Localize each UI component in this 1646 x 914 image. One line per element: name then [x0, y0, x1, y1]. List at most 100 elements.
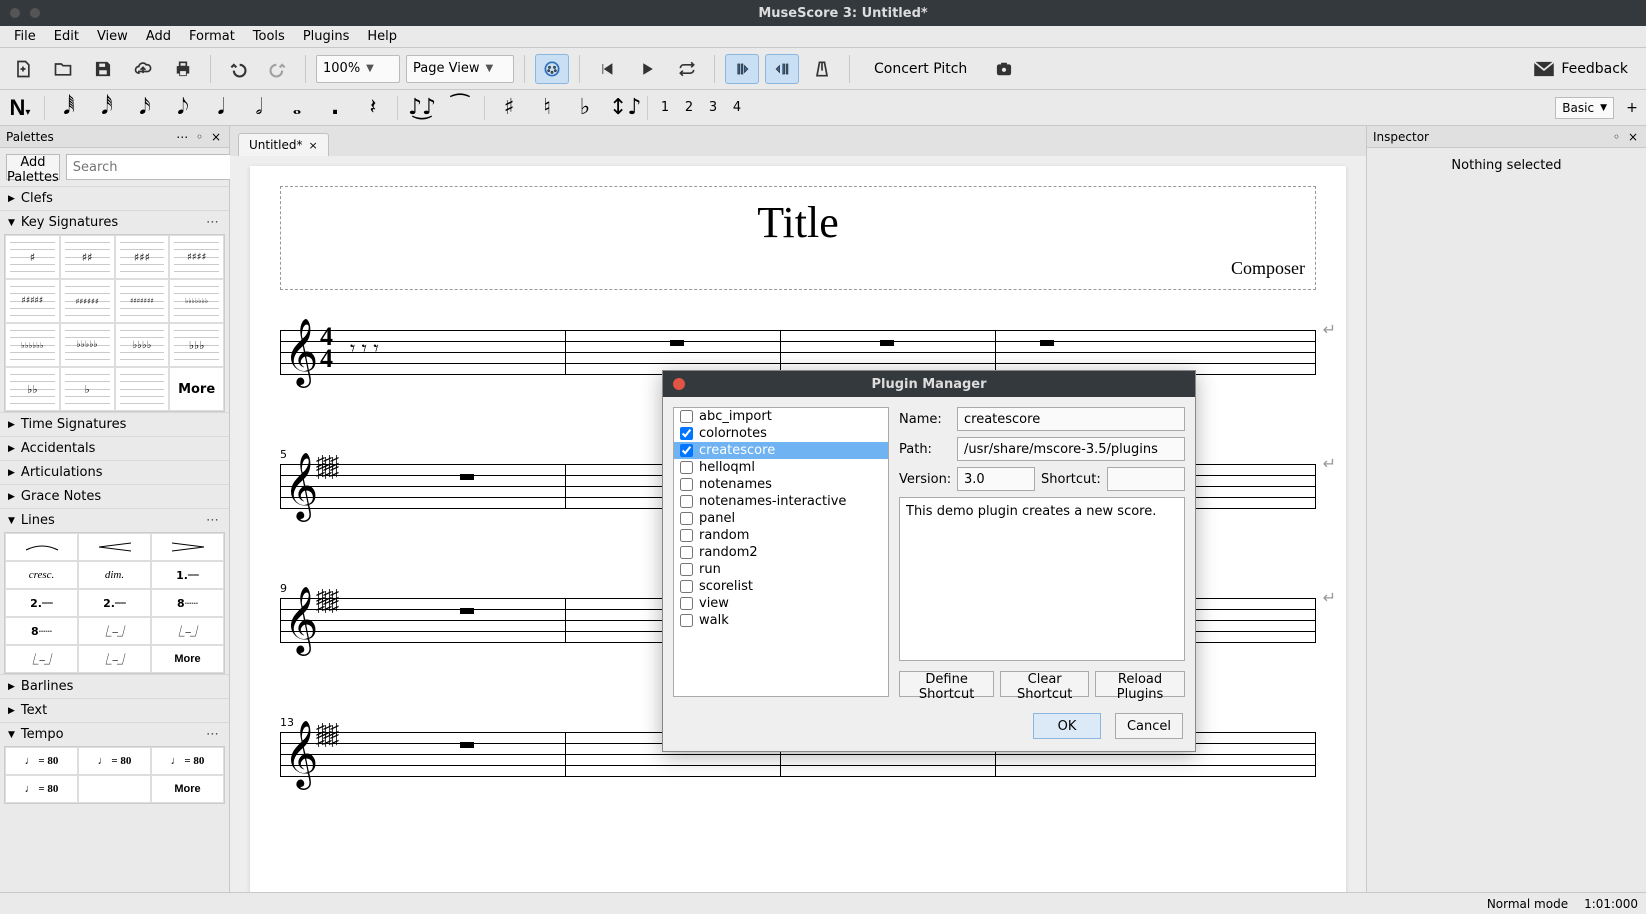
loop-start-icon[interactable] — [725, 54, 759, 84]
plugin-list-item[interactable]: walk — [674, 612, 888, 629]
menu-add[interactable]: Add — [138, 27, 179, 46]
keysig-cell[interactable]: ♭♭ — [5, 367, 60, 411]
line-cell[interactable] — [5, 533, 78, 561]
rest-icon[interactable]: 𝄽 — [359, 95, 387, 120]
palette-cat-clefs[interactable]: ▶Clefs — [0, 186, 229, 210]
plugin-checkbox[interactable] — [680, 580, 693, 593]
plugin-checkbox[interactable] — [680, 461, 693, 474]
view-mode-select[interactable]: Page View▼ — [406, 55, 514, 83]
window-close-icon[interactable] — [10, 8, 20, 18]
menu-tools[interactable]: Tools — [245, 27, 293, 46]
redo-icon[interactable] — [261, 54, 295, 84]
plugin-checkbox[interactable] — [680, 512, 693, 525]
keysig-cell[interactable]: ♯♯♯ — [115, 235, 170, 279]
plugin-list-item[interactable]: scorelist — [674, 578, 888, 595]
tab-close-icon[interactable]: × — [308, 139, 317, 152]
palette-search-input[interactable] — [66, 154, 250, 180]
save-icon[interactable] — [86, 54, 120, 84]
title-frame[interactable]: Title Composer — [280, 186, 1316, 290]
new-file-icon[interactable] — [6, 54, 40, 84]
sharp-icon[interactable]: ♯ — [495, 95, 523, 120]
undo-icon[interactable] — [221, 54, 255, 84]
slur-icon[interactable]: ⁀ — [446, 95, 474, 120]
line-cell[interactable]: cresc. — [5, 561, 78, 589]
menu-format[interactable]: Format — [181, 27, 243, 46]
palette-cat-lines[interactable]: ▼Lines⋯ — [0, 508, 229, 532]
note-input-mode-icon[interactable]: N▾ — [6, 95, 34, 121]
duration-64th-icon[interactable]: 𝅘𝅥𝅱 — [55, 95, 83, 120]
palette-cat-keysig[interactable]: ▼Key Signatures⋯ — [0, 210, 229, 234]
plugin-shortcut-input[interactable] — [1107, 467, 1185, 491]
add-palettes-button[interactable]: Add Palettes — [6, 154, 60, 180]
duration-32nd-icon[interactable]: 𝅘𝅥𝅰 — [93, 95, 121, 120]
menu-plugins[interactable]: Plugins — [295, 27, 358, 46]
duration-quarter-icon[interactable]: 𝅘𝅥 — [207, 95, 235, 120]
keysig-more-button[interactable]: More — [169, 367, 224, 411]
keysig-cell[interactable]: ♯♯ — [60, 235, 115, 279]
reload-plugins-button[interactable]: Reload Plugins — [1095, 671, 1185, 697]
menu-file[interactable]: File — [6, 27, 44, 46]
screenshot-icon[interactable] — [987, 54, 1021, 84]
plugin-path-input[interactable] — [957, 437, 1185, 461]
plugin-list-item[interactable]: view — [674, 595, 888, 612]
tempo-more-button[interactable]: More — [151, 775, 224, 803]
concert-pitch-button[interactable]: Concert Pitch — [860, 61, 981, 77]
line-cell[interactable]: ⎿⎯⏌ — [5, 645, 78, 673]
loop-icon[interactable] — [670, 54, 704, 84]
plugin-checkbox[interactable] — [680, 546, 693, 559]
cancel-button[interactable]: Cancel — [1115, 713, 1183, 739]
plugin-version-input[interactable] — [957, 467, 1035, 491]
line-cell[interactable] — [78, 533, 151, 561]
duration-half-icon[interactable]: 𝅗𝅥 — [245, 95, 273, 120]
add-workspace-button[interactable]: + — [1624, 97, 1640, 119]
zoom-select[interactable]: 100%▼ — [316, 55, 400, 83]
plugin-list-item[interactable]: notenames-interactive — [674, 493, 888, 510]
plugin-list-item[interactable]: colornotes — [674, 425, 888, 442]
voice-2-button[interactable]: 2 — [682, 100, 696, 115]
clear-shortcut-button[interactable]: Clear Shortcut — [1000, 671, 1089, 697]
plugin-checkbox[interactable] — [680, 529, 693, 542]
keysig-cell[interactable]: ♯♯♯♯ — [169, 235, 224, 279]
staff-system[interactable]: ↵ 𝄞 44 𝄾 𝄾 𝄾 — [280, 330, 1316, 374]
workspace-select[interactable]: Basic▼ — [1555, 97, 1614, 119]
line-cell[interactable]: 1.⎯⎯ — [151, 561, 224, 589]
line-cell[interactable]: 8┄┄ — [5, 617, 78, 645]
palette-cat-gracenotes[interactable]: ▶Grace Notes — [0, 484, 229, 508]
plugin-checkbox[interactable] — [680, 478, 693, 491]
plugin-name-input[interactable] — [957, 407, 1185, 431]
keysig-cell[interactable]: ♭ — [60, 367, 115, 411]
line-cell[interactable] — [151, 533, 224, 561]
keysig-cell[interactable]: ♯♯♯♯♯♯♯ — [115, 279, 170, 323]
menu-edit[interactable]: Edit — [46, 27, 87, 46]
line-cell[interactable]: 2.⎯⎯ — [78, 589, 151, 617]
tempo-cell[interactable]: ♩ = 80 — [5, 747, 78, 775]
menu-view[interactable]: View — [89, 27, 136, 46]
voice-4-button[interactable]: 4 — [730, 100, 744, 115]
lines-more-button[interactable]: More — [151, 645, 224, 673]
keysig-cell[interactable]: ♯♯♯♯♯♯ — [60, 279, 115, 323]
tempo-cell[interactable]: ♩ = 80 — [5, 775, 78, 803]
line-cell[interactable]: ⎿⎯⏌ — [78, 645, 151, 673]
document-tab[interactable]: Untitled* × — [238, 133, 329, 156]
keysig-cell[interactable]: ♯♯♯♯♯ — [5, 279, 60, 323]
duration-dot-icon[interactable]: . — [321, 95, 349, 120]
score-composer[interactable]: Composer — [291, 258, 1305, 279]
plugin-checkbox[interactable] — [680, 614, 693, 627]
plugin-list-item[interactable]: createscore — [674, 442, 888, 459]
plugin-checkbox[interactable] — [680, 410, 693, 423]
line-cell[interactable]: ⎿⎯⏌ — [151, 617, 224, 645]
panel-menu-icon[interactable]: ◦ × — [1613, 130, 1640, 144]
midi-input-icon[interactable] — [535, 54, 569, 84]
plugin-list-item[interactable]: notenames — [674, 476, 888, 493]
plugin-checkbox[interactable] — [680, 427, 693, 440]
tie-icon[interactable]: ♪͜♪ — [408, 95, 436, 120]
flat-icon[interactable]: ♭ — [571, 95, 599, 120]
line-cell[interactable]: 8┄┄ — [151, 589, 224, 617]
score-title[interactable]: Title — [291, 197, 1305, 248]
keysig-cell[interactable]: ♭♭♭♭ — [115, 323, 170, 367]
tempo-cell[interactable]: ♩ = 80 — [151, 747, 224, 775]
keysig-cell[interactable]: ♯ — [5, 235, 60, 279]
palette-cat-tempo[interactable]: ▼Tempo⋯ — [0, 722, 229, 746]
line-cell[interactable]: 2.⎯⎯ — [5, 589, 78, 617]
plugin-checkbox[interactable] — [680, 563, 693, 576]
